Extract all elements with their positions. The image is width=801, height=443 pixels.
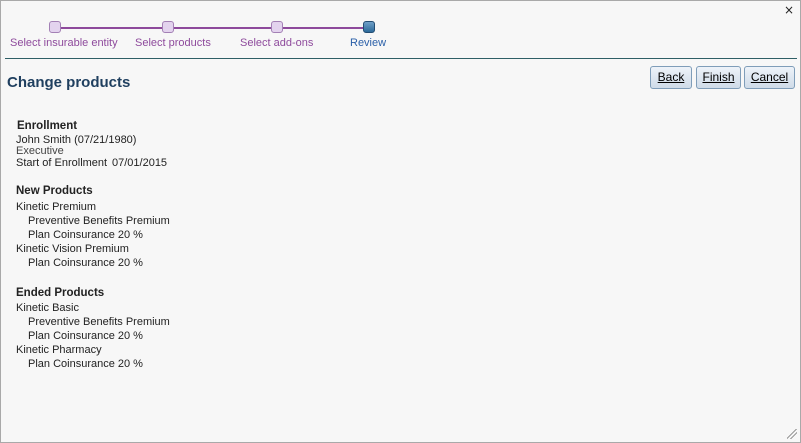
step-node-3 [271, 21, 283, 33]
page-title: Change products [7, 74, 131, 91]
wizard-steps: Select insurable entity Select products … [1, 20, 801, 60]
back-button[interactable]: Back [650, 66, 692, 89]
product-name: Kinetic Vision Premium [16, 243, 129, 255]
ended-products-heading: Ended Products [16, 287, 105, 299]
step-connector [55, 27, 367, 29]
start-of-enrollment-label: Start of Enrollment [16, 157, 108, 169]
product-name: Kinetic Premium [16, 201, 97, 213]
product-name: Kinetic Pharmacy [16, 344, 102, 356]
product-item: Plan Coinsurance 20 % [28, 358, 143, 370]
product-item: Plan Coinsurance 20 % [28, 257, 143, 269]
finish-button[interactable]: Finish [696, 66, 741, 89]
resize-grip-icon[interactable] [787, 429, 797, 439]
step-label-2: Select products [135, 37, 211, 49]
step-label-1: Select insurable entity [10, 37, 118, 49]
cancel-button[interactable]: Cancel [744, 66, 795, 89]
dialog-window: × Select insurable entity Select product… [0, 0, 801, 443]
enrollment-heading: Enrollment [17, 120, 78, 132]
step-node-4-current [363, 21, 375, 33]
product-item: Preventive Benefits Premium [28, 316, 170, 328]
start-of-enrollment-date: 07/01/2015 [112, 157, 168, 169]
step-label-3: Select add-ons [240, 37, 314, 49]
product-item: Plan Coinsurance 20 % [28, 229, 143, 241]
step-node-2 [162, 21, 174, 33]
header-divider [5, 58, 797, 59]
new-products-heading: New Products [16, 185, 93, 197]
step-node-1 [49, 21, 61, 33]
close-icon[interactable]: × [784, 3, 794, 17]
product-name: Kinetic Basic [16, 302, 79, 314]
step-label-4: Review [350, 37, 387, 49]
enrollee-role: Executive [16, 145, 64, 157]
product-item: Plan Coinsurance 20 % [28, 330, 143, 342]
product-item: Preventive Benefits Premium [28, 215, 170, 227]
